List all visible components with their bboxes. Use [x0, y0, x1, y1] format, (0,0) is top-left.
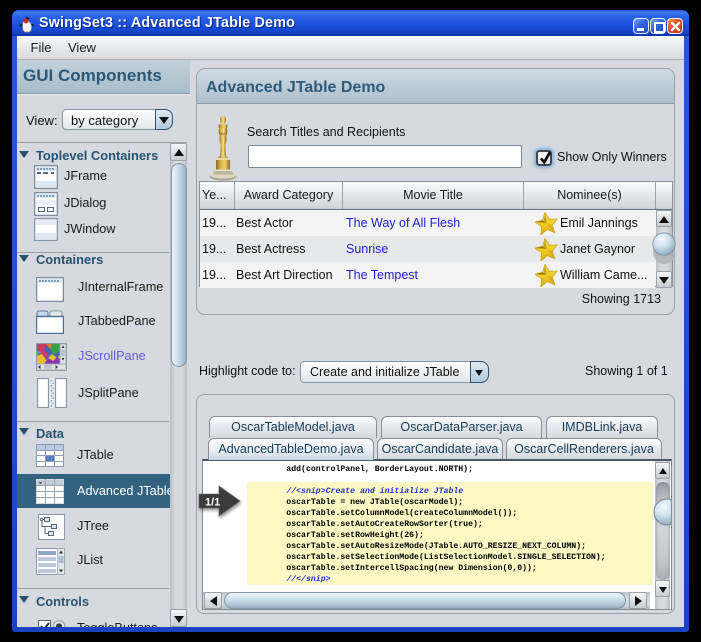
- svg-text:1/1: 1/1: [205, 497, 220, 509]
